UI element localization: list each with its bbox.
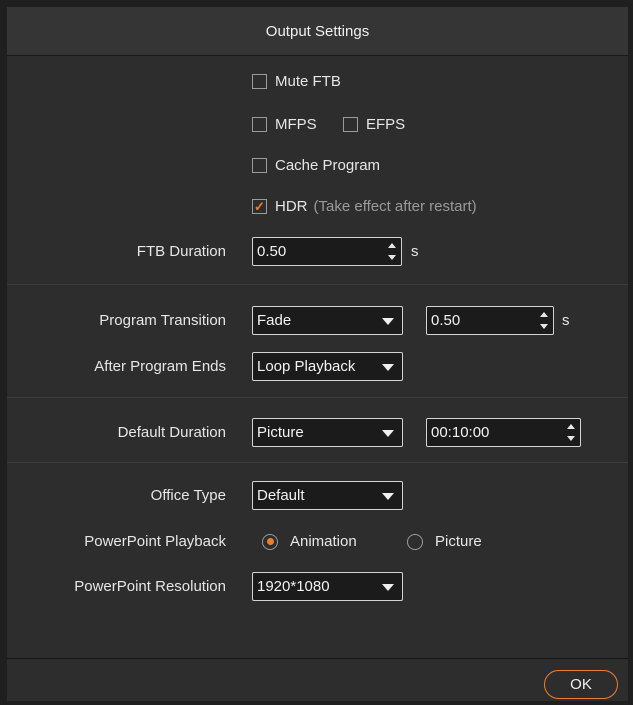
ftb-duration-input[interactable]: 0.50 [252,237,402,266]
powerpoint-playback-label: PowerPoint Playback [84,533,226,550]
program-transition-label: Program Transition [99,312,226,329]
checkmark-icon: ✓ [254,199,265,214]
default-duration-value: 00:10:00 [431,424,490,441]
section-divider [7,397,628,398]
dialog-title-bar[interactable]: Output Settings [7,7,628,56]
default-duration-spinner[interactable] [566,422,576,443]
chevron-down-icon [382,584,394,591]
section-divider [7,462,628,463]
mute-ftb-checkbox[interactable]: Mute FTB [252,73,341,90]
spin-down-icon[interactable] [540,324,548,329]
ftb-duration-value: 0.50 [257,243,287,260]
cache-program-checkbox[interactable]: Cache Program [252,157,380,174]
powerpoint-resolution-value: 1920*1080 [257,578,330,595]
program-transition-value: 0.50 [431,312,461,329]
mute-ftb-checkbox-box[interactable] [252,74,267,89]
default-duration-label: Default Duration [117,424,226,441]
mfps-checkbox[interactable]: MFPS [252,116,317,133]
program-transition-unit: s [562,312,570,329]
cache-program-checkbox-box[interactable] [252,158,267,173]
powerpoint-resolution-label: PowerPoint Resolution [74,578,226,595]
dialog-title: Output Settings [265,22,370,40]
office-type-label: Office Type [150,487,226,504]
default-duration-time-input[interactable]: 00:10:00 [426,418,581,447]
output-settings-dialog: Output Settings Mute FTB MFPS EFPS Cache… [7,7,628,701]
program-transition-duration-input[interactable]: 0.50 [426,306,554,335]
radio-picture-indicator[interactable] [407,533,423,550]
hdr-label: HDR [275,198,308,215]
after-program-ends-value: Loop Playback [257,358,356,375]
section-divider [7,284,628,285]
radio-picture[interactable]: Picture [407,533,482,550]
program-transition-type: Fade [257,312,292,329]
ftb-duration-unit: s [411,243,419,260]
efps-checkbox-box[interactable] [343,117,358,132]
mfps-label: MFPS [275,116,317,133]
office-type-value: Default [257,487,305,504]
radio-animation-indicator[interactable] [262,533,278,550]
ftb-duration-label: FTB Duration [136,243,226,260]
chevron-down-icon [382,318,394,325]
radio-animation-label: Animation [290,533,357,550]
spin-down-icon[interactable] [388,255,396,260]
radio-picture-label: Picture [435,533,482,550]
hdr-note: (Take effect after restart) [313,198,477,215]
spin-up-icon[interactable] [567,424,575,429]
program-transition-select[interactable]: Fade [252,306,403,335]
mute-ftb-label: Mute FTB [275,73,341,90]
spin-up-icon[interactable] [540,312,548,317]
cache-program-label: Cache Program [275,157,381,174]
efps-label: EFPS [366,116,406,133]
default-duration-type: Picture [257,424,304,441]
hdr-checkbox-box[interactable]: ✓ [252,199,267,214]
radio-animation[interactable]: Animation [262,533,357,550]
default-duration-type-select[interactable]: Picture [252,418,403,447]
after-program-ends-select[interactable]: Loop Playback [252,352,403,381]
spin-up-icon[interactable] [388,243,396,248]
hdr-checkbox[interactable]: ✓ HDR (Take effect after restart) [252,198,477,215]
chevron-down-icon [382,364,394,371]
efps-checkbox[interactable]: EFPS [343,116,405,133]
ftb-duration-spinner[interactable] [387,241,397,262]
chevron-down-icon [382,493,394,500]
spin-down-icon[interactable] [567,436,575,441]
ok-button[interactable]: OK [544,670,618,699]
dialog-footer [7,658,628,701]
mfps-checkbox-box[interactable] [252,117,267,132]
chevron-down-icon [382,430,394,437]
office-type-select[interactable]: Default [252,481,403,510]
after-program-ends-label: After Program Ends [94,358,226,375]
program-transition-spinner[interactable] [539,310,549,331]
powerpoint-resolution-select[interactable]: 1920*1080 [252,572,403,601]
